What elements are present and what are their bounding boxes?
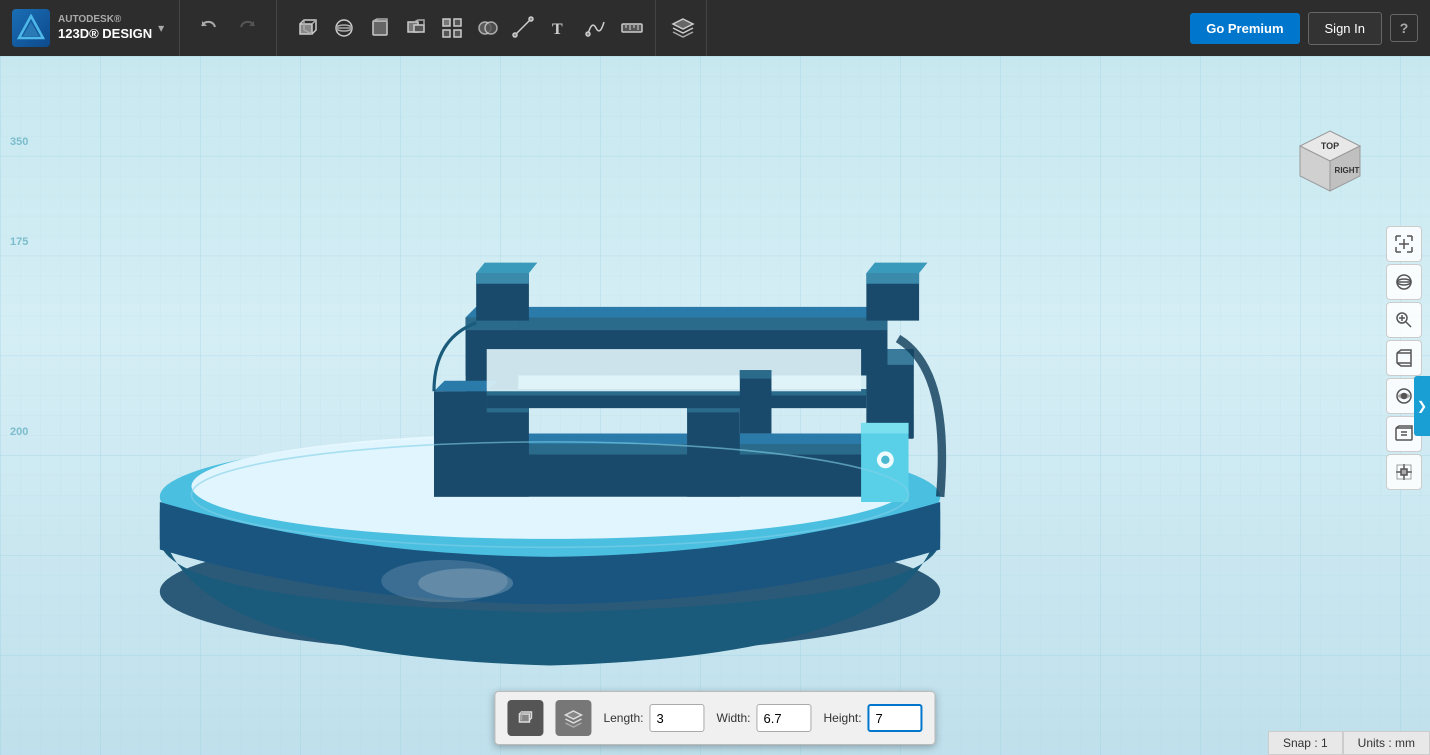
- app-title: AUTODESK® 123D® DESIGN: [58, 13, 152, 43]
- status-bar: Snap : 1 Units : mm: [1268, 731, 1430, 755]
- freeform-tool-button[interactable]: [579, 12, 613, 44]
- panel-collapse-handle[interactable]: ❯: [1414, 376, 1430, 436]
- right-actions-group: Go Premium Sign In ?: [1178, 12, 1430, 45]
- ruler-tool-button[interactable]: [615, 12, 649, 44]
- orbit-button[interactable]: [1386, 264, 1422, 300]
- measure-tool-button[interactable]: [507, 12, 541, 44]
- height-input[interactable]: [868, 704, 923, 732]
- grid-snap-button[interactable]: [1386, 454, 1422, 490]
- axis-label-175: 175: [10, 236, 28, 248]
- pattern-tool-button[interactable]: [435, 12, 469, 44]
- 3d-model: [50, 96, 1050, 676]
- layers-tool-button[interactable]: [666, 12, 700, 44]
- go-premium-button[interactable]: Go Premium: [1190, 13, 1299, 44]
- width-param: Width:: [717, 704, 812, 732]
- axis-label-200: 200: [10, 426, 28, 438]
- svg-text:T: T: [552, 21, 563, 38]
- height-label: Height:: [824, 711, 862, 725]
- undo-button[interactable]: [192, 14, 224, 42]
- width-label: Width:: [717, 711, 751, 725]
- perspective-button[interactable]: [1386, 340, 1422, 376]
- redo-button[interactable]: [232, 14, 264, 42]
- box-tool-button[interactable]: [291, 12, 325, 44]
- help-button[interactable]: ?: [1390, 14, 1418, 42]
- modify-tool-button[interactable]: [399, 12, 433, 44]
- nav-cube[interactable]: TOP RIGHT: [1290, 126, 1370, 206]
- units-status[interactable]: Units : mm: [1343, 731, 1430, 755]
- tool-groups: T: [277, 0, 1178, 56]
- primitive-tools-group: T: [285, 0, 656, 56]
- sign-in-button[interactable]: Sign In: [1308, 12, 1382, 45]
- length-input[interactable]: [650, 704, 705, 732]
- length-param: Length:: [603, 704, 704, 732]
- fit-all-button[interactable]: [1386, 226, 1422, 262]
- view-controls-toolbar: [1386, 226, 1422, 490]
- autodesk-logo-icon: [12, 9, 50, 47]
- object-icon-button[interactable]: [507, 700, 543, 736]
- layers-icon-button[interactable]: [555, 700, 591, 736]
- width-input[interactable]: [757, 704, 812, 732]
- transform-tool-button[interactable]: [363, 12, 397, 44]
- logo-dropdown-icon[interactable]: ▾: [158, 21, 164, 35]
- combine-tool-button[interactable]: [471, 12, 505, 44]
- zoom-button[interactable]: [1386, 302, 1422, 338]
- layers-tools-group: [660, 0, 707, 56]
- main-toolbar: AUTODESK® 123D® DESIGN ▾: [0, 0, 1430, 56]
- svg-text:TOP: TOP: [1321, 141, 1339, 151]
- logo-area[interactable]: AUTODESK® 123D® DESIGN ▾: [0, 0, 180, 56]
- snap-status[interactable]: Snap : 1: [1268, 731, 1343, 755]
- svg-text:RIGHT: RIGHT: [1335, 166, 1360, 175]
- height-param: Height:: [824, 704, 923, 732]
- dimension-panel: Length: Width: Height:: [494, 691, 935, 745]
- 3d-viewport[interactable]: 350 175 200: [0, 56, 1430, 755]
- text-tool-button[interactable]: T: [543, 12, 577, 44]
- axis-label-350: 350: [10, 136, 28, 148]
- length-label: Length:: [603, 711, 643, 725]
- sketch-tool-button[interactable]: [327, 12, 361, 44]
- undo-redo-group: [180, 0, 277, 56]
